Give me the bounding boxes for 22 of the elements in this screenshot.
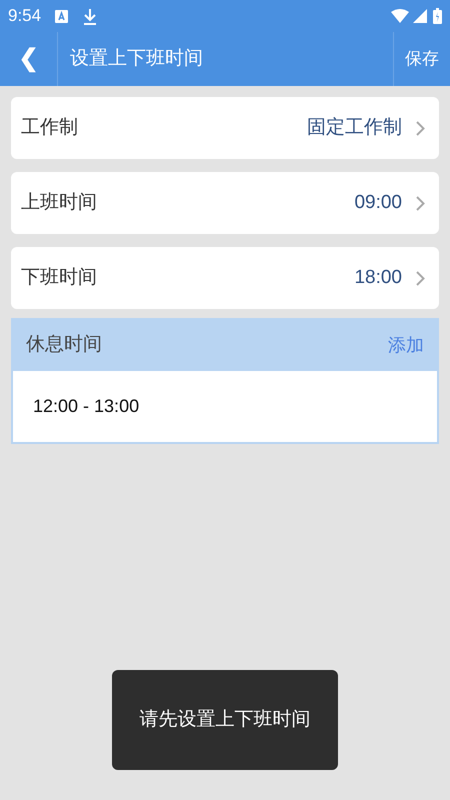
row-value: 18:00 <box>354 266 402 290</box>
section-title: 休息时间 <box>26 333 102 358</box>
chevron-right-icon <box>416 270 425 286</box>
download-icon <box>83 8 98 24</box>
break-time-range: 12:00 - 13:00 <box>33 395 140 418</box>
settings-row[interactable]: 上班时间 09:00 <box>11 172 439 234</box>
settings-row[interactable]: 工作制 固定工作制 <box>11 97 439 159</box>
row-label: 下班时间 <box>21 266 97 290</box>
toast-message: 请先设置上下班时间 <box>140 708 310 732</box>
row-value: 固定工作制 <box>307 116 402 140</box>
chevron-right-icon <box>416 120 425 136</box>
page-title: 设置上下班时间 <box>69 46 204 71</box>
chevron-right-icon <box>416 196 425 210</box>
status-time: 9:54 <box>8 5 42 28</box>
signal-icon <box>413 9 427 23</box>
app-notification-icon <box>55 10 68 22</box>
settings-row[interactable]: 下班时间 18:00 <box>11 247 439 309</box>
battery-icon <box>433 8 442 24</box>
row-label: 上班时间 <box>21 190 97 215</box>
row-label: 工作制 <box>21 116 78 140</box>
row-value: 09:00 <box>354 190 402 215</box>
wifi-icon <box>391 9 409 23</box>
